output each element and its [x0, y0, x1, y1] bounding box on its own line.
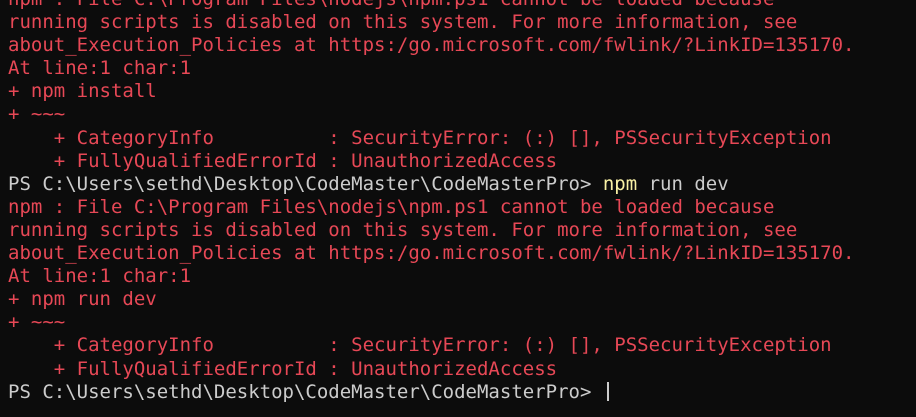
error-message-line: running scripts is disabled on this syst…	[8, 218, 798, 241]
active-prompt-line[interactable]: PS C:\Users\sethd\Desktop\CodeMaster\Cod…	[8, 381, 916, 404]
error-category-info: + CategoryInfo : SecurityError: (:) [], …	[8, 334, 832, 357]
error-fully-qualified-id: + FullyQualifiedErrorId : UnauthorizedAc…	[8, 357, 558, 380]
error-position-line: At line:1 char:1	[8, 57, 192, 80]
error-message-line: npm : File C:\Program Files\nodejs\npm.p…	[8, 195, 775, 218]
text-cursor[interactable]	[606, 381, 609, 401]
error-position-line: At line:1 char:1	[8, 265, 192, 288]
command-args: run dev	[637, 172, 729, 195]
error-marker-line: + ~~~	[8, 103, 66, 126]
prompt-line: PS C:\Users\sethd\Desktop\CodeMaster\Cod…	[8, 173, 916, 196]
terminal-output: npm : File C:\Program Files\nodejs\npm.p…	[8, 0, 916, 404]
terminal-window[interactable]: npm : File C:\Program Files\nodejs\npm.p…	[0, 0, 916, 417]
command-name: npm	[602, 172, 638, 195]
error-command-echo: + npm install	[8, 80, 157, 103]
error-message-line: running scripts is disabled on this syst…	[8, 11, 798, 34]
error-fully-qualified-id: + FullyQualifiedErrorId : UnauthorizedAc…	[8, 149, 558, 172]
error-marker-line: + ~~~	[8, 311, 66, 334]
prompt-text: PS C:\Users\sethd\Desktop\CodeMaster\Cod…	[8, 380, 603, 403]
error-message-line: about_Execution_Policies at https:/go.mi…	[8, 242, 855, 265]
error-command-echo: + npm run dev	[8, 288, 157, 311]
prompt-text: PS C:\Users\sethd\Desktop\CodeMaster\Cod…	[8, 172, 603, 195]
error-message-line: about_Execution_Policies at https:/go.mi…	[8, 34, 855, 57]
error-message-line: npm : File C:\Program Files\nodejs\npm.p…	[8, 0, 916, 11]
error-category-info: + CategoryInfo : SecurityError: (:) [], …	[8, 126, 832, 149]
